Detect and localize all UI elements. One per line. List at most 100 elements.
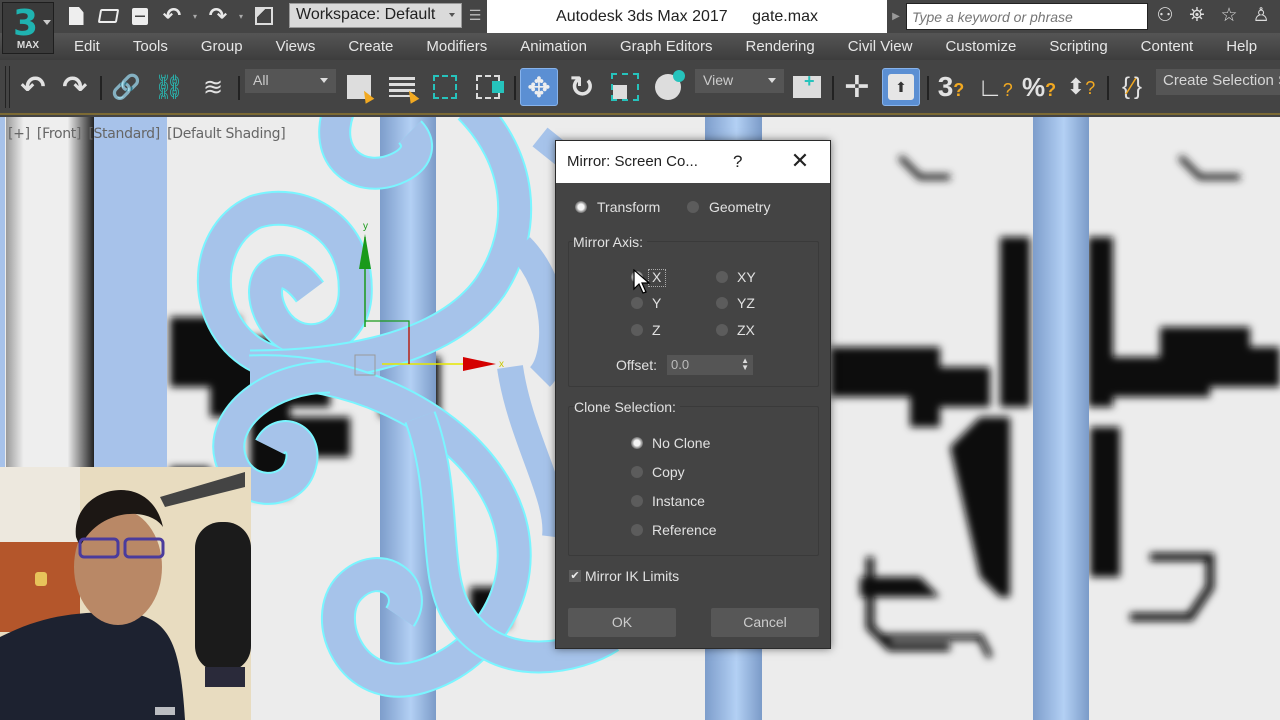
close-button[interactable]: ✕	[788, 147, 812, 175]
select-by-name-button[interactable]	[383, 68, 421, 106]
viewport-general-menu[interactable]: [+]	[8, 126, 30, 142]
gizmo-y-label: y	[363, 221, 368, 232]
menu-views[interactable]: Views	[276, 33, 330, 60]
select-and-scale-button[interactable]	[606, 68, 644, 106]
angle-snap-button[interactable]: ∟?	[976, 68, 1014, 106]
instance-radio[interactable]	[631, 495, 643, 507]
menu-group[interactable]: Group	[201, 33, 257, 60]
viewport-shading-menu[interactable]: [Default Shading]	[167, 126, 286, 142]
toolbar-grip[interactable]	[5, 66, 10, 108]
save-icon	[132, 7, 148, 25]
menu-animation[interactable]: Animation	[520, 33, 601, 60]
axis-x-label: X	[652, 269, 662, 285]
window-crossing-button[interactable]	[469, 68, 507, 106]
menu-create[interactable]: Create	[348, 33, 407, 60]
geometry-radio[interactable]	[687, 201, 699, 213]
undo-history-dropdown[interactable]: ▾	[190, 12, 200, 21]
redo-button[interactable]: ↷	[204, 3, 232, 28]
no-clone-radio[interactable]	[631, 437, 643, 449]
chevron-down-icon	[768, 78, 776, 83]
undo-button[interactable]: ↶	[158, 3, 186, 28]
dialog-title-bar[interactable]: Mirror: Screen Co... ? ✕	[556, 141, 830, 183]
workspace-selector[interactable]: Workspace: Default	[289, 3, 462, 28]
favorites-button[interactable]: ☆	[1216, 3, 1242, 29]
spinner-snap-button[interactable]: ⬍?	[1062, 68, 1100, 106]
axis-z-radio[interactable]	[631, 324, 643, 336]
new-file-button[interactable]	[62, 4, 90, 28]
satellite-icon: ⛯	[1189, 5, 1205, 26]
mirror-ik-limits-checkbox[interactable]: ✔	[569, 570, 581, 582]
edit-named-selection-button[interactable]: {⁄}	[1113, 68, 1151, 106]
sign-in-button[interactable]: ♙	[1248, 3, 1274, 29]
project-folder-button[interactable]	[250, 4, 278, 28]
undo-tool-button[interactable]: ↶	[14, 68, 52, 106]
communication-center-button[interactable]: ⛯	[1184, 3, 1210, 29]
ok-button[interactable]: OK	[568, 608, 676, 637]
menu-content[interactable]: Content	[1141, 33, 1208, 60]
copy-radio[interactable]	[631, 466, 643, 478]
open-file-button[interactable]	[94, 4, 122, 28]
reference-radio[interactable]	[631, 524, 643, 536]
select-manipulate-button[interactable]: ✛	[838, 68, 876, 106]
select-object-button[interactable]	[340, 68, 378, 106]
menu-scripting[interactable]: Scripting	[1049, 33, 1121, 60]
menu-help[interactable]: Help	[1226, 33, 1271, 60]
search-input[interactable]	[906, 3, 1148, 30]
snaps-toggle-button[interactable]: 3?	[932, 68, 970, 106]
menu-bar: Edit Tools Group Views Create Modifiers …	[0, 33, 1280, 60]
reference-coordinate-value: View	[703, 72, 734, 88]
save-button[interactable]	[126, 4, 154, 28]
pivot-center-button[interactable]: +	[788, 68, 826, 106]
main-toolbar: ↶ ↷ 🔗 ⛓ ≋ All ✥ ↻ View + ✛ ⬆ 3? ∟? %? ⬍?	[0, 60, 1280, 115]
infocenter-expand-button[interactable]: ▶	[888, 4, 904, 29]
transform-radio[interactable]	[575, 201, 587, 213]
offset-spinner[interactable]: 0.0 ▲ ▼	[667, 355, 753, 375]
menu-edit[interactable]: Edit	[74, 33, 114, 60]
viewport-point-of-view-menu[interactable]: [Front]	[37, 126, 82, 142]
right-pillar	[1033, 117, 1089, 720]
help-button[interactable]: ?	[733, 152, 742, 172]
select-and-place-button[interactable]	[649, 68, 687, 106]
cancel-button[interactable]: Cancel	[711, 608, 819, 637]
cursor-icon	[359, 88, 375, 104]
select-and-rotate-button[interactable]: ↻	[563, 68, 601, 106]
geometry-label: Geometry	[709, 199, 771, 215]
named-selection-sets-dropdown[interactable]: Create Selection S	[1156, 69, 1280, 95]
redo-tool-button[interactable]: ↷	[56, 68, 94, 106]
redo-icon: ↷	[208, 3, 228, 28]
select-and-move-button[interactable]: ✥	[520, 68, 558, 106]
redo-icon: ↷	[62, 70, 88, 104]
menu-modifiers[interactable]: Modifiers	[426, 33, 501, 60]
gizmo-x-arrow[interactable]	[463, 357, 496, 371]
selection-filter-dropdown[interactable]: All	[245, 69, 336, 93]
menu-civil-view[interactable]: Civil View	[848, 33, 927, 60]
viewport-standard-menu[interactable]: [Standard]	[88, 126, 160, 142]
select-and-link-button[interactable]: 🔗	[107, 68, 145, 106]
axis-yz-radio[interactable]	[716, 297, 728, 309]
rotate-icon: ↻	[569, 70, 595, 104]
axis-y-radio[interactable]	[631, 297, 643, 309]
spinner-arrows-icon[interactable]: ▲ ▼	[741, 357, 749, 372]
unlink-selection-button[interactable]: ⛓	[150, 68, 188, 106]
transform-label: Transform	[597, 199, 661, 215]
keyboard-shortcut-override-button[interactable]: ⬆	[882, 68, 920, 106]
axis-xy-radio[interactable]	[716, 271, 728, 283]
snap-3d-icon: 3?	[937, 71, 965, 102]
undo-icon: ↶	[162, 3, 182, 28]
menu-tools[interactable]: Tools	[133, 33, 182, 60]
menu-rendering[interactable]: Rendering	[745, 33, 828, 60]
application-menu-button[interactable]: 3 MAX	[2, 2, 54, 54]
customize-quick-access-button[interactable]: ☰	[465, 3, 485, 28]
menu-customize[interactable]: Customize	[945, 33, 1030, 60]
axis-zx-radio[interactable]	[716, 324, 728, 336]
axis-xy-label: XY	[737, 269, 756, 285]
percent-snap-button[interactable]: %?	[1020, 68, 1058, 106]
rectangular-selection-button[interactable]	[426, 68, 464, 106]
redo-history-dropdown[interactable]: ▾	[236, 12, 246, 21]
reference-coordinate-dropdown[interactable]: View	[695, 69, 784, 93]
bind-to-space-warp-button[interactable]: ≋	[194, 68, 232, 106]
menu-graph-editors[interactable]: Graph Editors	[620, 33, 727, 60]
unlink-icon: ⛓	[153, 73, 185, 101]
search-binoculars-button[interactable]: ⚇	[1152, 3, 1178, 29]
selection-filter-value: All	[253, 72, 269, 88]
